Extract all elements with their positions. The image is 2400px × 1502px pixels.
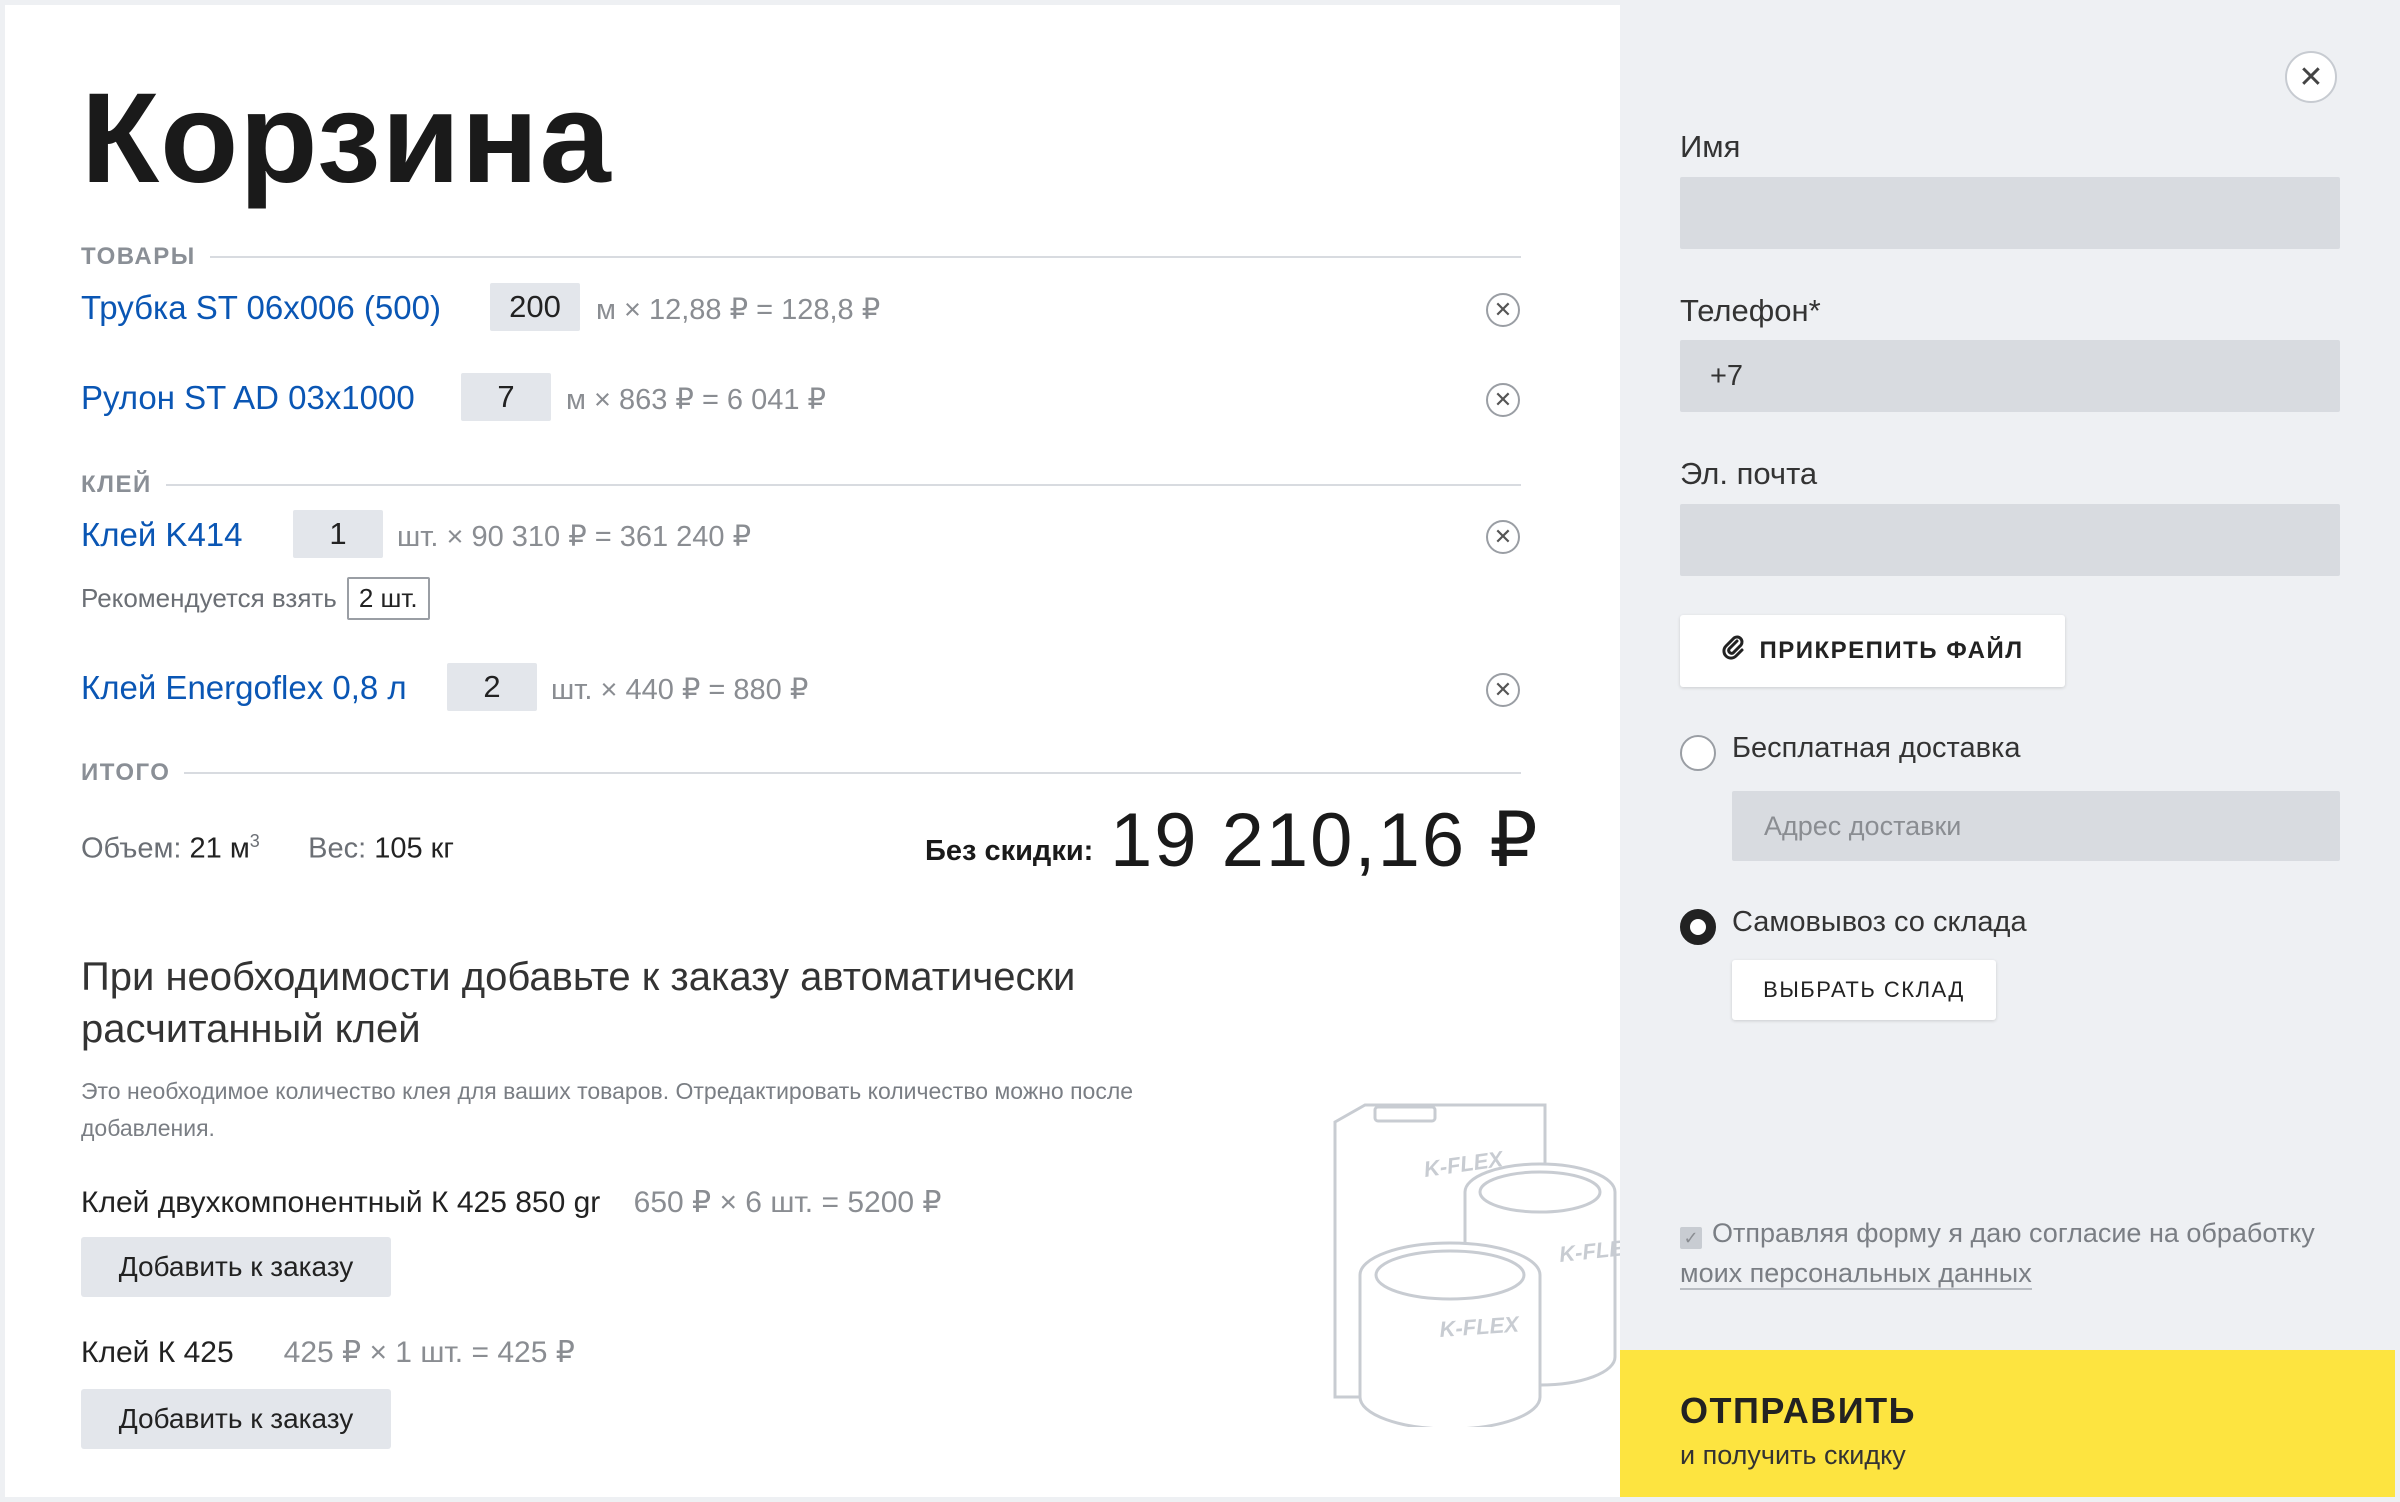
recommendation-qty[interactable]: 2 шт.: [346, 577, 430, 620]
section-total: ИТОГО: [81, 758, 1521, 788]
attach-file-button[interactable]: ПРИКРЕПИТЬ ФАЙЛ: [1680, 615, 2065, 687]
glue-cans-illustration: K-FLEX K-FLEX K-FLEX: [1333, 1103, 1620, 1427]
cart-item: Трубка ST 06x006 (500) 200 м × 12,88 ₽ =…: [81, 283, 1521, 333]
page-title: Корзина: [81, 67, 612, 210]
cart-panel: Корзина ТОВАРЫ Трубка ST 06x006 (500) 20…: [5, 5, 1620, 1497]
cart-item: Клей Energoflex 0,8 л 2 шт. × 440 ₽ = 88…: [81, 663, 1521, 713]
cart-item: Рулон ST AD 03x1000 7 м × 863 ₽ = 6 041 …: [81, 373, 1521, 423]
total-label: Без скидки:: [925, 835, 1094, 867]
glue-offer: Клей двухкомпонентный К 425 850 gr 650 ₽…: [81, 1185, 942, 1220]
glue-offer-price: 650 ₽ × 6 шт. = 5200 ₽: [633, 1186, 942, 1219]
name-label: Имя: [1680, 129, 1741, 164]
promo-subtitle: Это необходимое количество клея для ваши…: [81, 1078, 1134, 1141]
total-value: 19 210,16 ₽: [1110, 798, 1540, 883]
volume-unit-sup: 3: [249, 831, 260, 851]
qty-input[interactable]: 200: [490, 283, 580, 331]
divider: [209, 256, 1521, 258]
item-name-link[interactable]: Рулон ST AD 03x1000: [81, 379, 415, 417]
delivery-label[interactable]: Бесплатная доставка: [1732, 732, 2020, 765]
name-field[interactable]: [1680, 177, 2340, 249]
remove-item-button[interactable]: ✕: [1486, 293, 1520, 327]
remove-item-button[interactable]: ✕: [1486, 383, 1520, 417]
item-calc: шт. × 440 ₽ = 880 ₽: [551, 674, 809, 706]
glue-offer-name: Клей К 425: [81, 1336, 234, 1369]
item-name-link[interactable]: Клей Energoflex 0,8 л: [81, 669, 407, 707]
email-label: Эл. почта: [1680, 456, 1818, 491]
phone-label: Телефон*: [1680, 293, 1821, 328]
recommendation: Рекомендуется взять 2 шт.: [81, 577, 430, 620]
promo-title: При необходимости добавьте к заказу авто…: [81, 955, 1076, 1051]
glue-offer-price: 425 ₽ × 1 шт. = 425 ₽: [283, 1336, 575, 1369]
close-icon: ✕: [1493, 524, 1513, 549]
delivery-address-input[interactable]: Адрес доставки: [1732, 791, 2340, 861]
consent-checkbox[interactable]: ✓: [1680, 1227, 1702, 1249]
divider: [184, 772, 1521, 774]
item-calc: шт. × 90 310 ₽ = 361 240 ₽: [397, 521, 752, 553]
add-to-order-button[interactable]: Добавить к заказу: [81, 1389, 391, 1449]
glue-offer-name: Клей двухкомпонентный К 425 850 gr: [81, 1186, 601, 1219]
paperclip-icon: [1721, 635, 1747, 668]
item-calc: м × 12,88 ₽ = 128,8 ₽: [596, 294, 881, 326]
volume-value: 21 м: [189, 832, 250, 865]
remove-item-button[interactable]: ✕: [1486, 520, 1520, 554]
consent-text: Отправляя форму я даю согласие на обрабо…: [1712, 1218, 2315, 1248]
submit-sublabel: и получить скидку: [1680, 1440, 1906, 1470]
pickup-label[interactable]: Самовывоз со склада: [1732, 906, 2027, 939]
close-icon: ✕: [2298, 60, 2324, 94]
order-stats: Объем: 21 м3 Вес: 105 кг: [81, 831, 454, 866]
delivery-radio[interactable]: [1680, 735, 1716, 771]
section-glue-label: КЛЕЙ: [81, 471, 152, 498]
section-goods: ТОВАРЫ: [81, 242, 1521, 272]
qty-input[interactable]: 1: [293, 510, 383, 558]
choose-warehouse-button[interactable]: ВЫБРАТЬ СКЛАД: [1732, 960, 1996, 1020]
item-name-link[interactable]: Клей K414: [81, 516, 243, 554]
item-calc: м × 863 ₽ = 6 041 ₽: [566, 384, 827, 416]
volume-label: Объем:: [81, 832, 182, 865]
weight-label: Вес:: [308, 832, 367, 865]
weight-value: 105 кг: [374, 832, 454, 865]
glue-offer: Клей К 425 425 ₽ × 1 шт. = 425 ₽: [81, 1335, 575, 1370]
order-form-panel: ✕ Имя Телефон* +7 Эл. почта ПРИКРЕПИТЬ Ф…: [1620, 5, 2395, 1497]
add-to-order-button[interactable]: Добавить к заказу: [81, 1237, 391, 1297]
divider: [165, 484, 1521, 486]
close-icon: ✕: [1493, 677, 1513, 702]
item-name-link[interactable]: Трубка ST 06x006 (500): [81, 289, 441, 327]
email-field[interactable]: [1680, 504, 2340, 576]
close-icon: ✕: [1493, 387, 1513, 412]
consent-block: ✓ Отправляя форму я даю согласие на обраб…: [1680, 1213, 2360, 1293]
pickup-radio[interactable]: [1680, 909, 1716, 945]
section-goods-label: ТОВАРЫ: [81, 243, 196, 270]
privacy-link[interactable]: моих персональных данных: [1680, 1258, 2032, 1290]
submit-label: ОТПРАВИТЬ: [1680, 1390, 1916, 1431]
qty-input[interactable]: 2: [447, 663, 537, 711]
section-glue: КЛЕЙ: [81, 470, 1521, 500]
attach-file-label: ПРИКРЕПИТЬ ФАЙЛ: [1759, 637, 2024, 664]
recommendation-label: Рекомендуется взять: [81, 583, 337, 613]
remove-item-button[interactable]: ✕: [1486, 673, 1520, 707]
section-total-label: ИТОГО: [81, 759, 171, 786]
close-icon: ✕: [1493, 297, 1513, 322]
submit-button[interactable]: ОТПРАВИТЬ и получить скидку: [1620, 1350, 2395, 1497]
close-button[interactable]: ✕: [2285, 51, 2337, 103]
qty-input[interactable]: 7: [461, 373, 551, 421]
phone-field[interactable]: +7: [1680, 340, 2340, 412]
cart-item: Клей K414 1 шт. × 90 310 ₽ = 361 240 ₽ ✕: [81, 510, 1521, 560]
